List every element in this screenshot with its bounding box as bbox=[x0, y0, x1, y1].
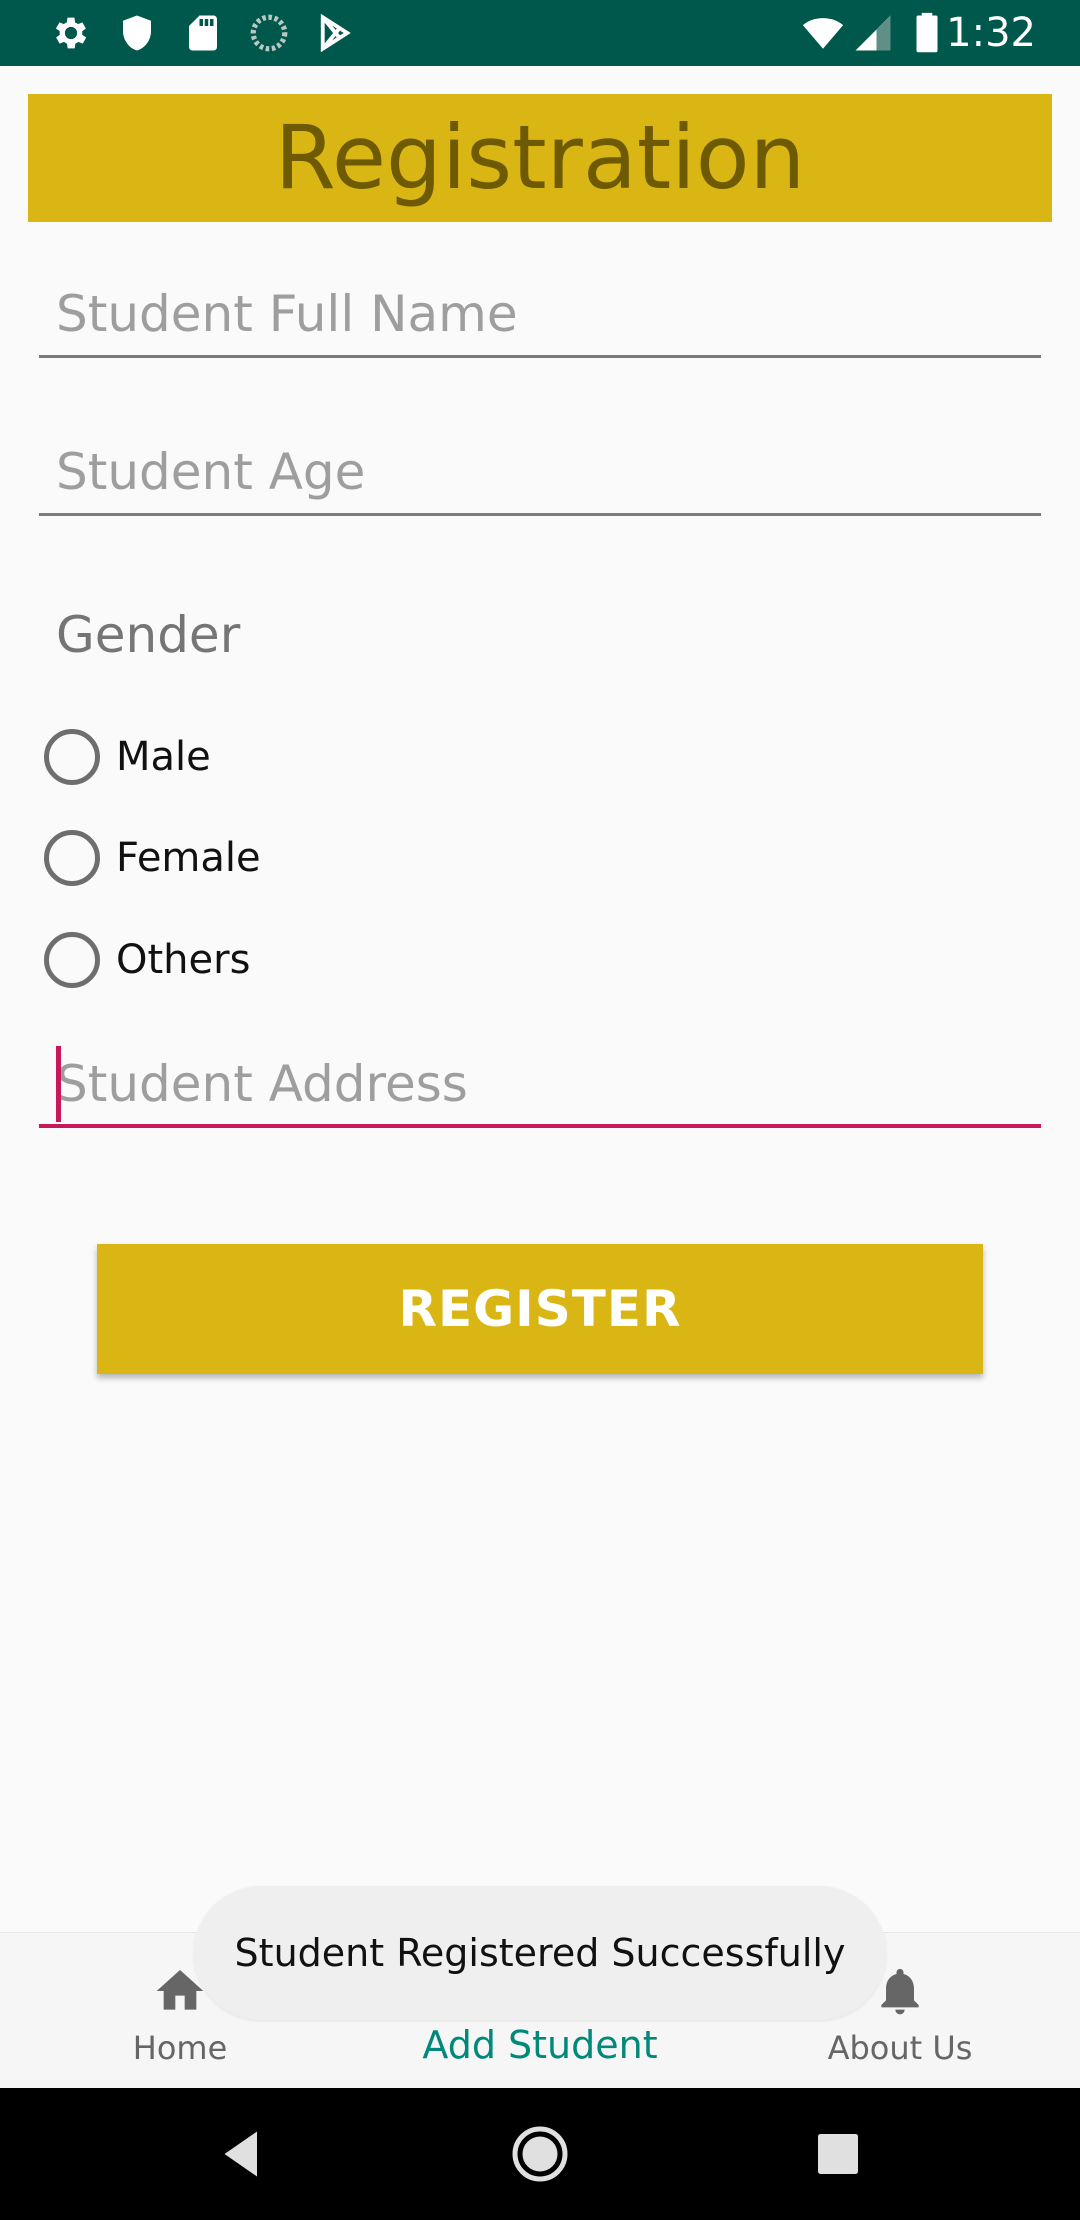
back-icon[interactable] bbox=[212, 2124, 272, 2184]
nav-label-add-student: Add Student bbox=[422, 2023, 658, 2067]
text-cursor bbox=[56, 1046, 61, 1122]
toast-message: Student Registered Successfully bbox=[194, 1886, 886, 2020]
system-navigation-bar bbox=[0, 2088, 1080, 2220]
radio-label-others: Others bbox=[116, 937, 251, 983]
gender-radio-male[interactable]: Male bbox=[44, 722, 211, 792]
name-field bbox=[39, 274, 1041, 358]
wifi-icon bbox=[802, 18, 844, 49]
register-button[interactable]: REGISTER bbox=[97, 1244, 983, 1374]
sync-icon bbox=[250, 14, 288, 52]
radio-label-female: Female bbox=[116, 835, 261, 881]
recents-icon[interactable] bbox=[808, 2124, 868, 2184]
home-circle-icon[interactable] bbox=[510, 2124, 570, 2184]
registration-header: Registration bbox=[28, 94, 1052, 222]
gender-radio-female[interactable]: Female bbox=[44, 823, 261, 893]
student-address-input[interactable] bbox=[56, 1044, 1016, 1124]
status-bar: 1:32 bbox=[0, 0, 1080, 66]
student-full-name-input[interactable] bbox=[56, 274, 1016, 354]
radio-button[interactable] bbox=[44, 729, 100, 785]
gender-label: Gender bbox=[56, 606, 241, 664]
age-field bbox=[39, 432, 1041, 516]
settings-icon bbox=[55, 17, 87, 49]
play-store-icon bbox=[320, 13, 351, 53]
page-title: Registration bbox=[274, 106, 806, 209]
status-time: 1:32 bbox=[946, 10, 1036, 56]
nav-label-home: Home bbox=[132, 2029, 228, 2067]
student-age-input[interactable] bbox=[56, 432, 1016, 512]
address-field bbox=[39, 1044, 1041, 1128]
shield-icon bbox=[123, 15, 151, 51]
signal-icon bbox=[855, 15, 891, 51]
battery-icon bbox=[916, 12, 938, 53]
radio-button[interactable] bbox=[44, 830, 100, 886]
radio-label-male: Male bbox=[116, 734, 211, 780]
gender-radio-others[interactable]: Others bbox=[44, 925, 250, 995]
sd-card-icon bbox=[189, 15, 217, 51]
radio-button[interactable] bbox=[44, 932, 100, 988]
nav-label-about-us: About Us bbox=[827, 2029, 973, 2067]
